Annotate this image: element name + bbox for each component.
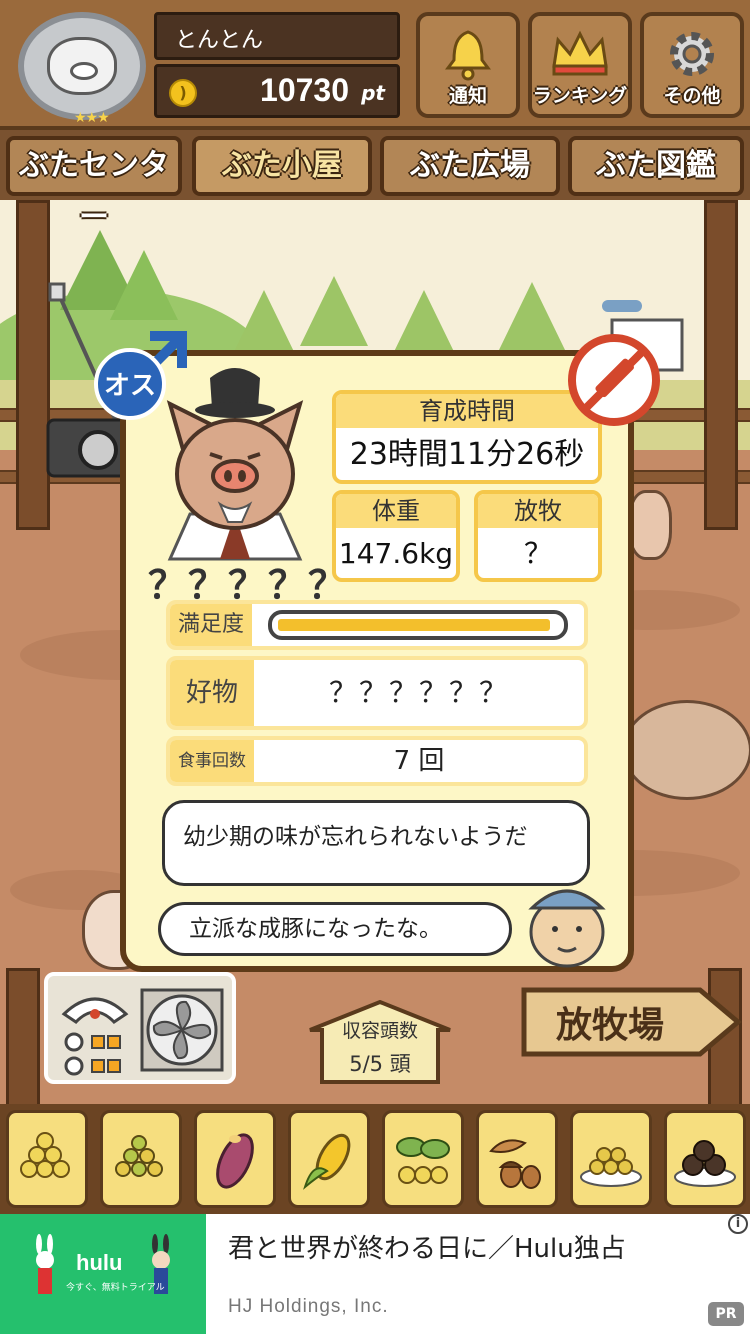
feed-toolbar bbox=[0, 1104, 750, 1214]
ranking-button[interactable]: ランキング bbox=[528, 12, 632, 118]
pig-face-icon bbox=[47, 37, 117, 95]
points-box: ) 10730 pt bbox=[154, 64, 400, 118]
satisfaction-gauge bbox=[268, 610, 568, 640]
background-pig bbox=[622, 700, 750, 800]
farmer-face-icon bbox=[528, 889, 606, 968]
player-name-box: とんとん bbox=[154, 12, 400, 60]
feed-slot-grain-plate[interactable] bbox=[570, 1110, 652, 1208]
herb-berries-icon bbox=[385, 1131, 461, 1206]
favorite-food-value: ？？？？？？ bbox=[328, 676, 509, 709]
capacity-value: 5/5 頭 bbox=[349, 1052, 411, 1076]
points-value: 10730 bbox=[260, 72, 349, 108]
other-menu-button[interactable]: その他 bbox=[640, 12, 744, 118]
satisfaction-fill bbox=[278, 619, 550, 631]
farmer-comment-bubble: 立派な成豚になったな。 bbox=[158, 902, 512, 956]
corn-icon bbox=[291, 1131, 367, 1206]
meal-count-label: 食事回数 bbox=[170, 740, 254, 782]
feed-slot-corn[interactable] bbox=[288, 1110, 370, 1208]
sweet-potato-icon bbox=[197, 1131, 273, 1206]
acorn-icon bbox=[479, 1131, 555, 1206]
background-pig-ear bbox=[628, 490, 672, 560]
feed-slot-truffle-plate[interactable] bbox=[664, 1110, 746, 1208]
male-icon: オス bbox=[94, 331, 187, 420]
tab-pig-plaza[interactable]: ぶた広場 bbox=[380, 136, 560, 196]
weight-box: 体重 147.6kg bbox=[332, 490, 460, 582]
points-unit: pt bbox=[361, 81, 385, 105]
feed-slot-mixed-grain[interactable] bbox=[100, 1110, 182, 1208]
ranch-sign-button[interactable]: 放牧場 bbox=[520, 986, 742, 1058]
feed-slot-soybeans[interactable] bbox=[6, 1110, 88, 1208]
raising-time-label: 育成時間 bbox=[336, 394, 598, 428]
feed-slot-acorn[interactable] bbox=[476, 1110, 558, 1208]
grain-plate-icon bbox=[573, 1131, 649, 1206]
truffle-plate-icon bbox=[667, 1131, 743, 1206]
grazing-value: ？ bbox=[523, 537, 552, 570]
fence-post bbox=[6, 968, 40, 1108]
header-bar: ★★★ とんとん ) 10730 pt 通知 ランキング その他 bbox=[0, 0, 750, 130]
satisfaction-row: 満足度 bbox=[166, 600, 588, 650]
ad-info-icon[interactable]: i bbox=[728, 1214, 748, 1234]
satisfaction-label: 満足度 bbox=[170, 604, 252, 646]
feed-slot-sweet-potato[interactable] bbox=[194, 1110, 276, 1208]
capacity-sign: 収容頭数 5/5 頭 bbox=[308, 1000, 452, 1084]
notification-button[interactable]: 通知 bbox=[416, 12, 520, 118]
gender-label: オス bbox=[104, 371, 156, 401]
other-menu-label: その他 bbox=[663, 85, 721, 107]
feed-slot-herb-berries[interactable] bbox=[382, 1110, 464, 1208]
tab-pig-center[interactable]: ぶたセンター bbox=[6, 136, 182, 235]
ad-pr-badge: PR bbox=[708, 1302, 744, 1326]
ad-brand-sub: 今すぐ、無料トライアル bbox=[66, 1283, 165, 1293]
grazing-label: 放牧 bbox=[478, 494, 598, 528]
ad-title[interactable]: 君と世界が終わる日に／Hulu独占 bbox=[228, 1228, 626, 1265]
meal-count-value: 7 回 bbox=[393, 746, 445, 776]
tab-pig-encyclopedia[interactable]: ぶた図鑑 bbox=[568, 136, 744, 196]
environment-control-panel[interactable] bbox=[44, 972, 236, 1084]
weight-label: 体重 bbox=[336, 494, 456, 528]
soybeans-icon bbox=[9, 1131, 85, 1196]
weight-value: 147.6kg bbox=[338, 537, 454, 570]
farmer-comment-text: 立派な成豚になったな。 bbox=[189, 916, 442, 942]
tab-pig-house[interactable]: ぶた小屋 bbox=[192, 136, 372, 196]
meal-count-row: 食事回数 7 回 bbox=[166, 736, 588, 786]
pig-status-card: ？？？？？ 育成時間 23時間11分26秒 体重 147.6kg 放牧 ？ 満足… bbox=[120, 350, 634, 972]
rabbit-character-icon bbox=[36, 1234, 54, 1294]
rabbit-character-icon bbox=[152, 1234, 170, 1294]
ranking-label: ランキング bbox=[532, 85, 628, 107]
fan-icon[interactable] bbox=[140, 988, 224, 1072]
ad-banner[interactable]: hulu 今すぐ、無料トライアル 君と世界が終わる日に／Hulu独占 HJ Ho… bbox=[0, 1214, 750, 1334]
favorite-food-row: 好物 ？？？？？？ bbox=[166, 656, 588, 730]
player-avatar[interactable]: ★★★ bbox=[18, 12, 146, 126]
player-name: とんとん bbox=[175, 28, 264, 53]
thermometer-gauge-icon bbox=[61, 997, 129, 1076]
favorite-food-label: 好物 bbox=[170, 660, 254, 726]
ad-image[interactable]: hulu 今すぐ、無料トライアル bbox=[0, 1214, 206, 1334]
ad-brand-logo: hulu bbox=[76, 1250, 123, 1275]
ranch-sign-label: 放牧場 bbox=[555, 1005, 664, 1046]
no-vaccine-icon bbox=[568, 334, 660, 426]
hint-text: 幼少期の味が忘れられないようだ bbox=[183, 824, 528, 850]
ad-sponsor: HJ Holdings, Inc. bbox=[228, 1296, 389, 1317]
mixed-grain-icon bbox=[103, 1131, 179, 1196]
grazing-box: 放牧 ？ bbox=[474, 490, 602, 582]
capacity-label: 収容頭数 bbox=[341, 1020, 418, 1042]
coin-icon: ) bbox=[169, 79, 197, 107]
gate-post-right bbox=[704, 200, 738, 530]
nav-tabs: ぶたセンター ぶた小屋 ぶた広場 ぶた図鑑 bbox=[0, 130, 750, 235]
rank-stars: ★★★ bbox=[74, 110, 110, 126]
notification-label: 通知 bbox=[448, 85, 487, 107]
raising-time-box: 育成時間 23時間11分26秒 bbox=[332, 390, 602, 484]
raising-time-value: 23時間11分26秒 bbox=[349, 437, 585, 472]
